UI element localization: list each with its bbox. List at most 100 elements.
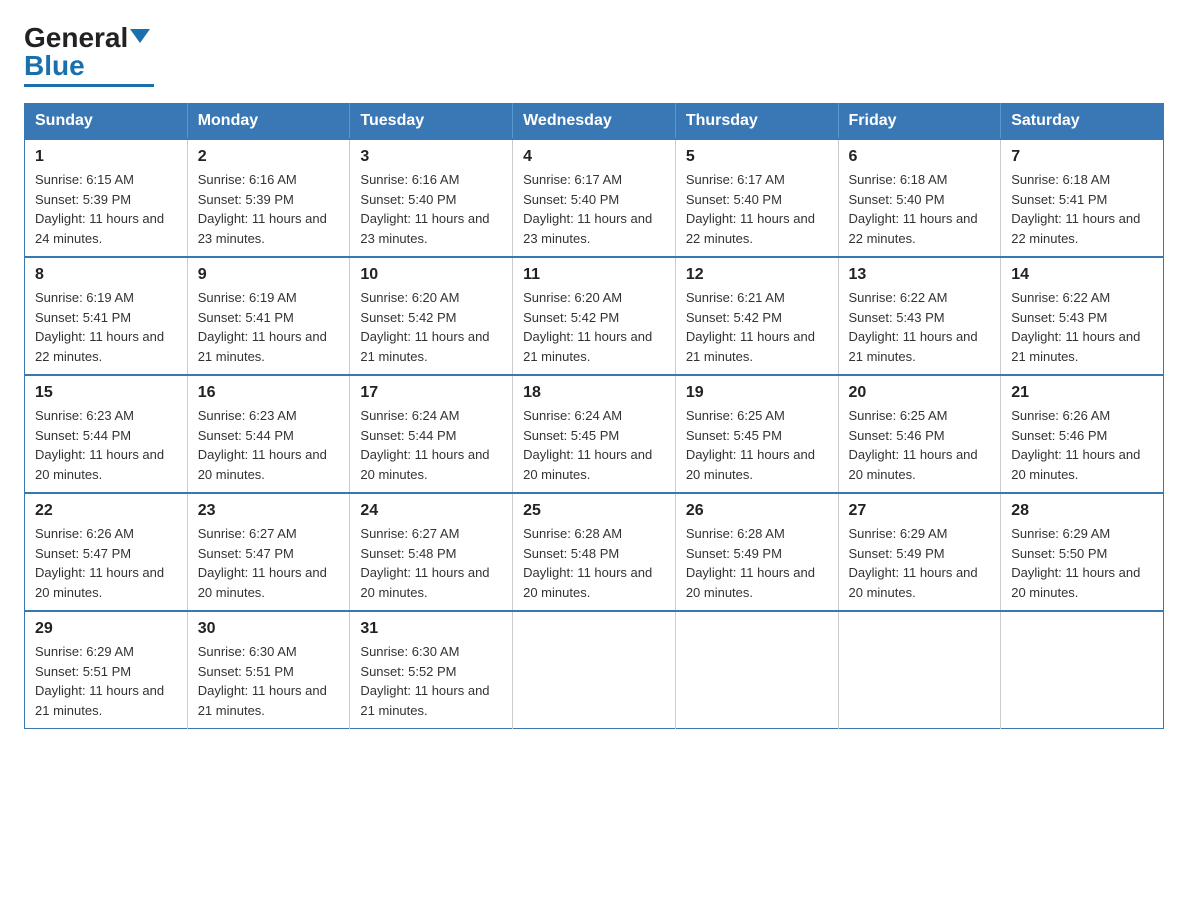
logo-triangle-icon: [130, 29, 150, 43]
calendar-cell: 20 Sunrise: 6:25 AMSunset: 5:46 PMDaylig…: [838, 375, 1001, 493]
day-number: 1: [35, 148, 177, 166]
day-info: Sunrise: 6:27 AMSunset: 5:47 PMDaylight:…: [198, 524, 340, 602]
day-number: 11: [523, 266, 665, 284]
calendar-cell: 26 Sunrise: 6:28 AMSunset: 5:49 PMDaylig…: [675, 493, 838, 611]
day-number: 9: [198, 266, 340, 284]
calendar-cell: 9 Sunrise: 6:19 AMSunset: 5:41 PMDayligh…: [187, 257, 350, 375]
calendar-week-row: 1 Sunrise: 6:15 AMSunset: 5:39 PMDayligh…: [25, 139, 1164, 257]
calendar-cell: 18 Sunrise: 6:24 AMSunset: 5:45 PMDaylig…: [513, 375, 676, 493]
calendar-cell: 31 Sunrise: 6:30 AMSunset: 5:52 PMDaylig…: [350, 611, 513, 729]
day-number: 20: [849, 384, 991, 402]
calendar-cell: 15 Sunrise: 6:23 AMSunset: 5:44 PMDaylig…: [25, 375, 188, 493]
calendar-cell: 27 Sunrise: 6:29 AMSunset: 5:49 PMDaylig…: [838, 493, 1001, 611]
day-info: Sunrise: 6:26 AMSunset: 5:46 PMDaylight:…: [1011, 406, 1153, 484]
day-number: 27: [849, 502, 991, 520]
day-number: 2: [198, 148, 340, 166]
calendar-cell: 21 Sunrise: 6:26 AMSunset: 5:46 PMDaylig…: [1001, 375, 1164, 493]
day-number: 4: [523, 148, 665, 166]
day-number: 22: [35, 502, 177, 520]
day-info: Sunrise: 6:24 AMSunset: 5:45 PMDaylight:…: [523, 406, 665, 484]
day-info: Sunrise: 6:24 AMSunset: 5:44 PMDaylight:…: [360, 406, 502, 484]
calendar-cell: 1 Sunrise: 6:15 AMSunset: 5:39 PMDayligh…: [25, 139, 188, 257]
day-number: 7: [1011, 148, 1153, 166]
day-info: Sunrise: 6:17 AMSunset: 5:40 PMDaylight:…: [686, 170, 828, 248]
calendar-cell: [513, 611, 676, 729]
day-info: Sunrise: 6:20 AMSunset: 5:42 PMDaylight:…: [360, 288, 502, 366]
calendar-cell: [675, 611, 838, 729]
calendar-cell: 30 Sunrise: 6:30 AMSunset: 5:51 PMDaylig…: [187, 611, 350, 729]
day-info: Sunrise: 6:15 AMSunset: 5:39 PMDaylight:…: [35, 170, 177, 248]
day-number: 17: [360, 384, 502, 402]
day-info: Sunrise: 6:28 AMSunset: 5:49 PMDaylight:…: [686, 524, 828, 602]
calendar-cell: 6 Sunrise: 6:18 AMSunset: 5:40 PMDayligh…: [838, 139, 1001, 257]
day-number: 13: [849, 266, 991, 284]
day-info: Sunrise: 6:21 AMSunset: 5:42 PMDaylight:…: [686, 288, 828, 366]
calendar-cell: 10 Sunrise: 6:20 AMSunset: 5:42 PMDaylig…: [350, 257, 513, 375]
calendar-cell: 29 Sunrise: 6:29 AMSunset: 5:51 PMDaylig…: [25, 611, 188, 729]
column-header-friday: Friday: [838, 104, 1001, 140]
day-info: Sunrise: 6:30 AMSunset: 5:52 PMDaylight:…: [360, 642, 502, 720]
day-info: Sunrise: 6:22 AMSunset: 5:43 PMDaylight:…: [849, 288, 991, 366]
calendar-cell: 17 Sunrise: 6:24 AMSunset: 5:44 PMDaylig…: [350, 375, 513, 493]
day-number: 26: [686, 502, 828, 520]
calendar-cell: 5 Sunrise: 6:17 AMSunset: 5:40 PMDayligh…: [675, 139, 838, 257]
day-number: 6: [849, 148, 991, 166]
day-info: Sunrise: 6:25 AMSunset: 5:46 PMDaylight:…: [849, 406, 991, 484]
day-info: Sunrise: 6:23 AMSunset: 5:44 PMDaylight:…: [35, 406, 177, 484]
column-header-monday: Monday: [187, 104, 350, 140]
column-header-saturday: Saturday: [1001, 104, 1164, 140]
day-info: Sunrise: 6:16 AMSunset: 5:39 PMDaylight:…: [198, 170, 340, 248]
day-number: 25: [523, 502, 665, 520]
day-info: Sunrise: 6:26 AMSunset: 5:47 PMDaylight:…: [35, 524, 177, 602]
column-header-sunday: Sunday: [25, 104, 188, 140]
day-number: 12: [686, 266, 828, 284]
column-header-tuesday: Tuesday: [350, 104, 513, 140]
calendar-cell: 7 Sunrise: 6:18 AMSunset: 5:41 PMDayligh…: [1001, 139, 1164, 257]
day-info: Sunrise: 6:29 AMSunset: 5:49 PMDaylight:…: [849, 524, 991, 602]
day-info: Sunrise: 6:27 AMSunset: 5:48 PMDaylight:…: [360, 524, 502, 602]
logo: General Blue: [24, 24, 154, 87]
calendar-cell: 24 Sunrise: 6:27 AMSunset: 5:48 PMDaylig…: [350, 493, 513, 611]
day-info: Sunrise: 6:29 AMSunset: 5:51 PMDaylight:…: [35, 642, 177, 720]
calendar-week-row: 8 Sunrise: 6:19 AMSunset: 5:41 PMDayligh…: [25, 257, 1164, 375]
calendar-cell: 14 Sunrise: 6:22 AMSunset: 5:43 PMDaylig…: [1001, 257, 1164, 375]
day-number: 31: [360, 620, 502, 638]
calendar-cell: 11 Sunrise: 6:20 AMSunset: 5:42 PMDaylig…: [513, 257, 676, 375]
column-header-wednesday: Wednesday: [513, 104, 676, 140]
day-info: Sunrise: 6:28 AMSunset: 5:48 PMDaylight:…: [523, 524, 665, 602]
day-number: 14: [1011, 266, 1153, 284]
calendar-week-row: 29 Sunrise: 6:29 AMSunset: 5:51 PMDaylig…: [25, 611, 1164, 729]
calendar-week-row: 22 Sunrise: 6:26 AMSunset: 5:47 PMDaylig…: [25, 493, 1164, 611]
day-number: 3: [360, 148, 502, 166]
column-header-thursday: Thursday: [675, 104, 838, 140]
day-info: Sunrise: 6:19 AMSunset: 5:41 PMDaylight:…: [198, 288, 340, 366]
day-info: Sunrise: 6:16 AMSunset: 5:40 PMDaylight:…: [360, 170, 502, 248]
day-info: Sunrise: 6:18 AMSunset: 5:41 PMDaylight:…: [1011, 170, 1153, 248]
logo-underline: [24, 84, 154, 87]
day-number: 23: [198, 502, 340, 520]
day-info: Sunrise: 6:20 AMSunset: 5:42 PMDaylight:…: [523, 288, 665, 366]
day-info: Sunrise: 6:18 AMSunset: 5:40 PMDaylight:…: [849, 170, 991, 248]
calendar-cell: 12 Sunrise: 6:21 AMSunset: 5:42 PMDaylig…: [675, 257, 838, 375]
day-number: 30: [198, 620, 340, 638]
day-number: 24: [360, 502, 502, 520]
day-info: Sunrise: 6:25 AMSunset: 5:45 PMDaylight:…: [686, 406, 828, 484]
calendar-cell: 3 Sunrise: 6:16 AMSunset: 5:40 PMDayligh…: [350, 139, 513, 257]
day-info: Sunrise: 6:19 AMSunset: 5:41 PMDaylight:…: [35, 288, 177, 366]
calendar-cell: 4 Sunrise: 6:17 AMSunset: 5:40 PMDayligh…: [513, 139, 676, 257]
calendar-cell: 25 Sunrise: 6:28 AMSunset: 5:48 PMDaylig…: [513, 493, 676, 611]
day-number: 8: [35, 266, 177, 284]
day-info: Sunrise: 6:23 AMSunset: 5:44 PMDaylight:…: [198, 406, 340, 484]
day-number: 16: [198, 384, 340, 402]
calendar-cell: 23 Sunrise: 6:27 AMSunset: 5:47 PMDaylig…: [187, 493, 350, 611]
calendar-cell: 8 Sunrise: 6:19 AMSunset: 5:41 PMDayligh…: [25, 257, 188, 375]
calendar-cell: 13 Sunrise: 6:22 AMSunset: 5:43 PMDaylig…: [838, 257, 1001, 375]
day-info: Sunrise: 6:29 AMSunset: 5:50 PMDaylight:…: [1011, 524, 1153, 602]
calendar-table: SundayMondayTuesdayWednesdayThursdayFrid…: [24, 103, 1164, 729]
day-number: 21: [1011, 384, 1153, 402]
calendar-cell: 19 Sunrise: 6:25 AMSunset: 5:45 PMDaylig…: [675, 375, 838, 493]
calendar-week-row: 15 Sunrise: 6:23 AMSunset: 5:44 PMDaylig…: [25, 375, 1164, 493]
page-header: General Blue: [24, 24, 1164, 87]
day-info: Sunrise: 6:17 AMSunset: 5:40 PMDaylight:…: [523, 170, 665, 248]
day-info: Sunrise: 6:30 AMSunset: 5:51 PMDaylight:…: [198, 642, 340, 720]
